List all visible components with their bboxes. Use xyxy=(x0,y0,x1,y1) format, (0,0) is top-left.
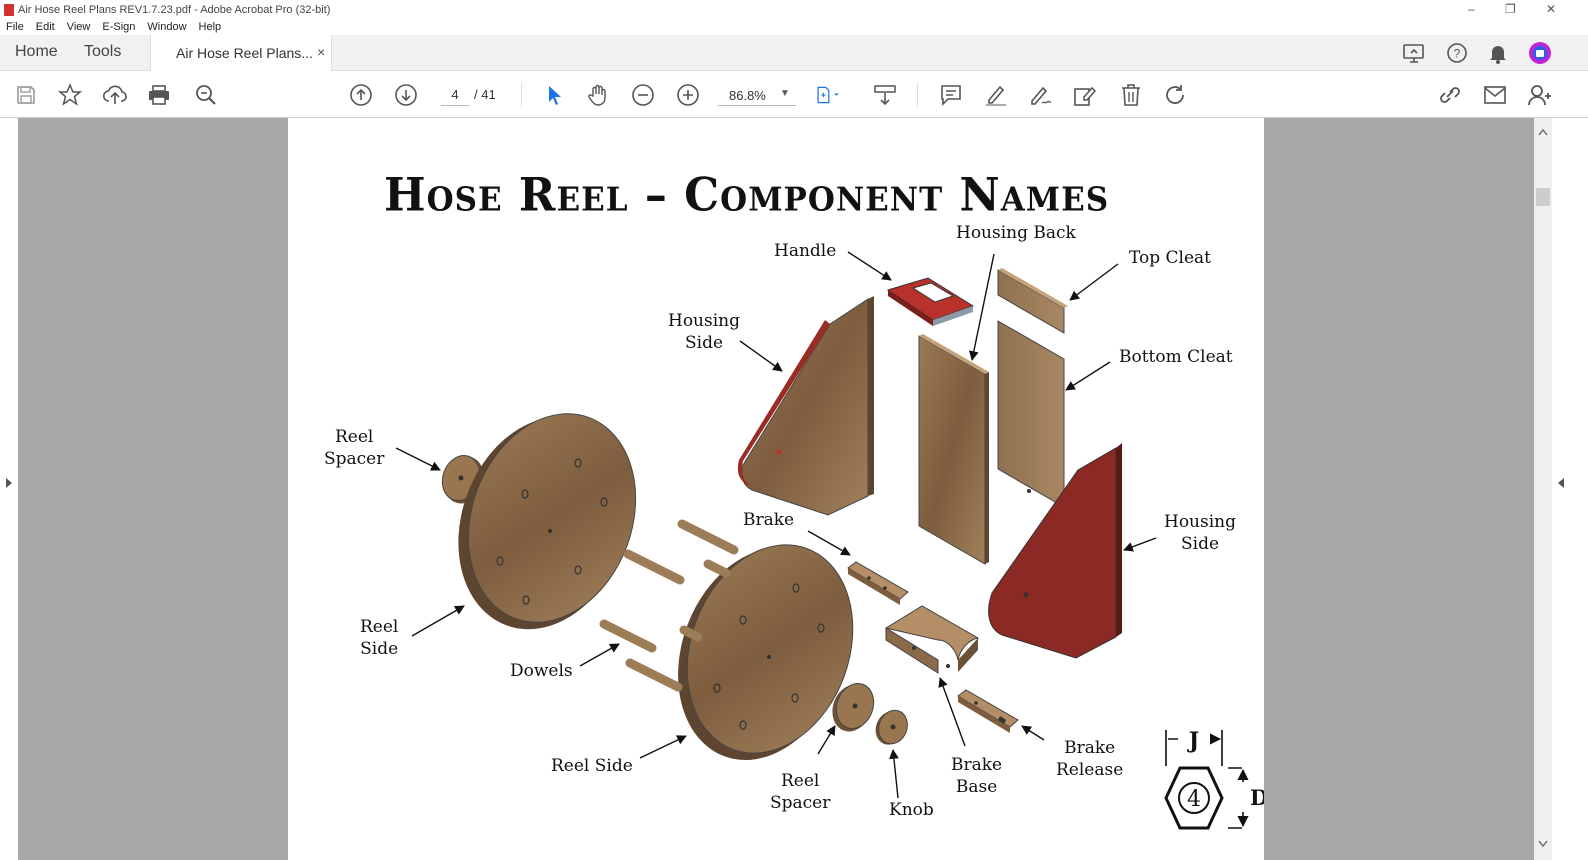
arrow-down-icon[interactable] xyxy=(393,82,419,108)
label-brake-base: Brake Base xyxy=(951,755,1003,797)
bell-icon[interactable] xyxy=(1486,41,1510,65)
label-housing-side-left: Housing Side xyxy=(668,311,741,353)
arrow-up-icon[interactable] xyxy=(348,82,374,108)
housing-back-part xyxy=(918,334,989,565)
screen-share-icon[interactable] xyxy=(1402,41,1426,65)
divider xyxy=(917,83,918,107)
tab-bar: Home Tools Air Hose Reel Plans... × ? xyxy=(0,35,1588,71)
pdf-page: Hose Reel – Component Names 4 J D Handle… xyxy=(288,118,1264,860)
zoom-value: 86.8% xyxy=(729,88,766,103)
edit-icon[interactable] xyxy=(1072,82,1098,108)
label-top-cleat: Top Cleat xyxy=(1129,248,1212,268)
housing-side-left-part xyxy=(737,296,874,516)
label-handle: Handle xyxy=(774,241,837,261)
knob-part xyxy=(875,709,908,745)
jd-badge xyxy=(1164,730,1249,830)
sign-icon[interactable] xyxy=(1028,82,1054,108)
add-user-icon[interactable] xyxy=(1527,82,1553,108)
link-icon[interactable] xyxy=(1437,82,1463,108)
badge-number: 4 xyxy=(1187,787,1201,812)
print-icon[interactable] xyxy=(146,82,172,108)
menu-file[interactable]: File xyxy=(6,21,24,33)
zoom-out-icon[interactable] xyxy=(630,82,656,108)
toolbar: / 41 86.8% ▼ xyxy=(0,71,1588,118)
scroll-mode-icon[interactable] xyxy=(872,82,898,108)
document-area[interactable]: Hose Reel – Component Names 4 J D Handle… xyxy=(0,118,1588,860)
trash-icon[interactable] xyxy=(1118,82,1144,108)
menu-window[interactable]: Window xyxy=(147,21,186,33)
scrollbar-thumb[interactable] xyxy=(1536,188,1550,206)
restore-icon[interactable]: ❐ xyxy=(1505,2,1516,16)
tab-close-icon[interactable]: × xyxy=(317,44,325,60)
page-number-input[interactable] xyxy=(441,84,469,106)
acrobat-icon xyxy=(4,3,14,16)
tab-document[interactable]: Air Hose Reel Plans... × xyxy=(150,35,332,71)
menu-view[interactable]: View xyxy=(67,21,91,33)
right-panel-toggle[interactable] xyxy=(1552,118,1588,860)
brake-base-part xyxy=(884,605,980,674)
menu-help[interactable]: Help xyxy=(199,21,222,33)
reel-side-right-part xyxy=(678,544,854,761)
scroll-up-icon[interactable] xyxy=(1538,128,1548,136)
brake-part xyxy=(847,561,909,605)
search-zoom-icon[interactable] xyxy=(193,82,219,108)
chevron-down-icon: ▼ xyxy=(780,88,790,99)
tab-document-label: Air Hose Reel Plans... xyxy=(176,45,313,61)
scroll-down-icon[interactable] xyxy=(1538,840,1548,848)
help-icon[interactable]: ? xyxy=(1445,41,1469,65)
upload-icon[interactable] xyxy=(102,82,128,108)
rotate-icon[interactable] xyxy=(1162,82,1188,108)
label-dowels: Dowels xyxy=(510,661,573,681)
svg-text:?: ? xyxy=(1454,47,1461,61)
hand-icon[interactable] xyxy=(585,82,611,108)
bottom-cleat-part xyxy=(997,320,1065,508)
menu-bar: File Edit View E-Sign Window Help xyxy=(0,19,1588,35)
label-housing-back: Housing Back xyxy=(956,223,1076,243)
zoom-in-icon[interactable] xyxy=(675,82,701,108)
avatar[interactable] xyxy=(1528,41,1552,65)
close-window-icon[interactable]: ✕ xyxy=(1546,2,1556,16)
label-brake: Brake xyxy=(743,510,795,530)
badge-d: D xyxy=(1250,785,1264,810)
label-housing-side-right: Housing Side xyxy=(1164,512,1237,554)
zoom-select[interactable]: 86.8% ▼ xyxy=(718,84,796,106)
divider xyxy=(521,83,522,107)
menu-edit[interactable]: Edit xyxy=(36,21,55,33)
minimize-icon[interactable]: – xyxy=(1468,2,1475,16)
handle-part xyxy=(886,277,975,326)
tab-tools[interactable]: Tools xyxy=(84,43,121,61)
label-reel-spacer-top: Reel Spacer xyxy=(324,427,385,469)
label-reel-spacer-lower: Reel Spacer xyxy=(770,771,831,813)
star-icon[interactable] xyxy=(57,82,83,108)
brake-release-part xyxy=(957,689,1019,733)
label-bottom-cleat: Bottom Cleat xyxy=(1119,347,1233,367)
save-icon[interactable] xyxy=(13,82,39,108)
highlight-icon[interactable] xyxy=(983,82,1009,108)
cursor-icon[interactable] xyxy=(541,82,567,108)
label-brake-release: Brake Release xyxy=(1056,738,1124,780)
mail-icon[interactable] xyxy=(1482,82,1508,108)
window-title: Air Hose Reel Plans REV1.7.23.pdf - Adob… xyxy=(18,3,331,16)
label-reel-side-right: Reel Side xyxy=(551,756,633,776)
label-knob: Knob xyxy=(889,800,934,820)
reel-side-left-part xyxy=(458,413,637,630)
title-bar: Air Hose Reel Plans REV1.7.23.pdf - Adob… xyxy=(0,0,1588,19)
label-reel-side-left: Reel Side xyxy=(360,617,399,659)
fit-page-icon[interactable] xyxy=(815,82,841,108)
menu-esign[interactable]: E-Sign xyxy=(102,21,135,33)
page-total: / 41 xyxy=(474,87,496,102)
left-panel-toggle[interactable] xyxy=(0,118,18,860)
vertical-scrollbar[interactable] xyxy=(1534,118,1552,860)
badge-j: J xyxy=(1187,728,1199,754)
top-cleat-part xyxy=(997,268,1068,334)
tab-home[interactable]: Home xyxy=(15,43,58,61)
comment-icon[interactable] xyxy=(938,82,964,108)
